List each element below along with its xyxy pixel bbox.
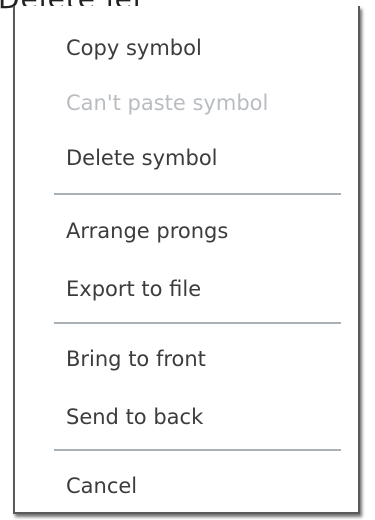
bring-to-front-menu-item[interactable]: Bring to front — [15, 331, 358, 387]
paste-symbol-menu-item: Can't paste symbol — [66, 91, 269, 115]
delete-symbol-menu-item[interactable]: Delete symbol — [15, 130, 358, 186]
menu-divider — [54, 193, 341, 195]
menu-divider — [54, 449, 341, 451]
menu-divider — [54, 322, 341, 324]
context-menu: Copy symbol Can't paste symbol Delete sy… — [13, 6, 360, 514]
cancel-menu-item[interactable]: Cancel — [15, 458, 358, 514]
send-to-back-menu-item[interactable]: Send to back — [15, 389, 358, 445]
export-to-file-menu-item[interactable]: Export to file — [15, 261, 358, 317]
arrange-prongs-menu-item[interactable]: Arrange prongs — [15, 203, 358, 259]
screen: Delete ler Copy symbol Can't paste symbo… — [0, 0, 375, 520]
copy-symbol-menu-item[interactable]: Copy symbol — [15, 20, 358, 76]
